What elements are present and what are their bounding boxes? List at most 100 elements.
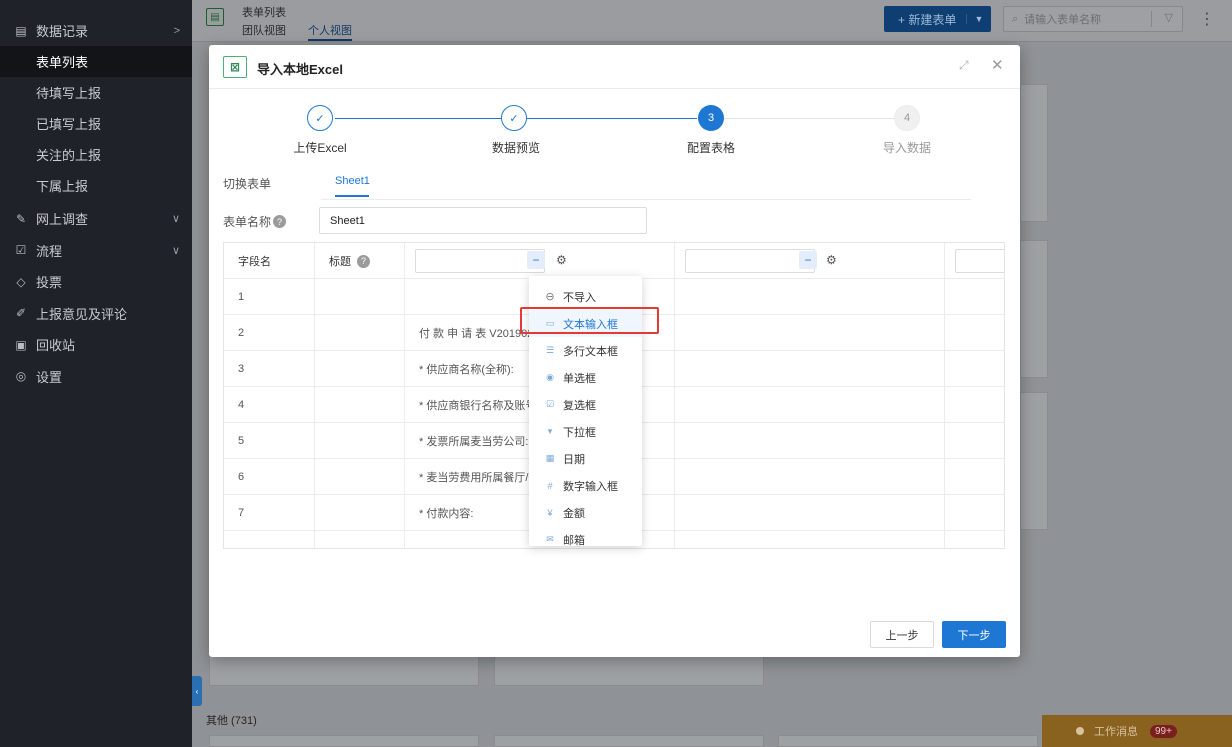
- next-step-button[interactable]: 下一步: [942, 621, 1006, 648]
- text-input-icon: ▭: [545, 318, 555, 328]
- row-title-cell: [315, 423, 405, 459]
- sidebar-item-filled-report[interactable]: 已填写上报: [0, 108, 192, 139]
- gear-icon[interactable]: ⚙: [826, 253, 837, 267]
- gear-icon[interactable]: ⚙: [556, 253, 567, 267]
- top-header: ▤ 表单列表 团队视图 个人视图 + 新建表单 ▼ ⌕ 请输入表单名称 ▽ ⋮: [192, 0, 1232, 42]
- row-title-cell: [315, 279, 405, 315]
- row-number: 1: [224, 279, 315, 315]
- row-title-cell: [315, 495, 405, 531]
- sidebar-group-data-records[interactable]: ▤ 数据记录 >: [0, 15, 192, 47]
- vote-icon: ◇: [16, 274, 26, 289]
- row-number: 2: [224, 315, 315, 351]
- dropdown-item-radio[interactable]: ◉ 单选框: [529, 364, 642, 391]
- new-form-label: + 新建表单: [898, 12, 957, 27]
- table-header-row: 字段名 标题 ? − ⚙ − ⚙: [224, 243, 1004, 279]
- filter-icon[interactable]: ▽: [1165, 11, 1173, 24]
- new-form-button[interactable]: + 新建表单 ▼: [884, 6, 991, 32]
- step-1-circle: ✓: [307, 105, 333, 131]
- row-content-cell: [675, 351, 945, 387]
- work-message-label: 工作消息: [1094, 726, 1138, 738]
- radio-icon: ◉: [546, 372, 554, 382]
- row-content-cell: [675, 531, 945, 548]
- dropdown-item-number-input[interactable]: # 数字输入框: [529, 472, 642, 499]
- row-title-cell: [315, 315, 405, 351]
- form-name-input[interactable]: Sheet1: [319, 207, 647, 234]
- tab-team-view[interactable]: 团队视图: [242, 22, 286, 38]
- survey-icon: ✎: [15, 211, 27, 226]
- page-title: 表单列表: [242, 7, 286, 19]
- sidebar-group-feedback[interactable]: ✐ 上报意见及评论: [0, 298, 192, 330]
- row-number: 6: [224, 459, 315, 495]
- form-card: [209, 656, 479, 686]
- step-2-circle: ✓: [501, 105, 527, 131]
- row-number: 3: [224, 351, 315, 387]
- row-content-cell: [675, 279, 945, 315]
- sidebar-item-form-list[interactable]: 表单列表: [0, 46, 192, 77]
- row-content-cell: [675, 459, 945, 495]
- excel-icon: ⊠: [223, 56, 247, 78]
- row-number: 4: [224, 387, 315, 423]
- column-config-3: [945, 243, 1004, 279]
- email-icon: ✉: [546, 534, 554, 544]
- search-divider: [1151, 11, 1152, 27]
- row-title-cell: [315, 351, 405, 387]
- column-title-input[interactable]: [415, 249, 545, 273]
- sidebar-group-vote[interactable]: ◇ 投票: [0, 266, 192, 298]
- dropdown-item-date[interactable]: ▦ 日期: [529, 445, 642, 472]
- tab-personal-view[interactable]: 个人视图: [308, 22, 352, 41]
- row-content-cell: [675, 315, 945, 351]
- sidebar-group-flow[interactable]: ☑ 流程 ∨: [0, 235, 192, 267]
- dropdown-item-amount[interactable]: ¥ 金额: [529, 499, 642, 526]
- dropdown-item-email[interactable]: ✉ 邮箱: [529, 526, 642, 546]
- step-connector: [335, 118, 501, 119]
- sidebar-group-settings[interactable]: ◎ 设置: [0, 361, 192, 393]
- tab-sheet1[interactable]: Sheet1: [335, 175, 370, 197]
- form-card: [494, 656, 764, 686]
- form-card: [778, 735, 1038, 747]
- help-icon[interactable]: ?: [357, 254, 370, 268]
- step-4-label: 导入数据: [882, 141, 931, 155]
- sidebar-item-followed-report[interactable]: 关注的上报: [0, 139, 192, 170]
- dropdown-item-checkbox[interactable]: ☑ 复选框: [529, 391, 642, 418]
- sidebar-collapse-toggle[interactable]: ‹: [192, 676, 202, 706]
- row-number: [224, 531, 315, 548]
- minus-icon[interactable]: −: [527, 251, 545, 269]
- header-title: 标题 ?: [315, 243, 405, 279]
- textarea-icon: ☰: [545, 345, 555, 355]
- step-3-label: 配置表格: [686, 141, 735, 155]
- column-title-input[interactable]: [955, 249, 1004, 273]
- expand-icon[interactable]: ⤢: [959, 58, 969, 73]
- help-icon[interactable]: ?: [273, 215, 287, 228]
- dialog-title: 导入本地Excel: [257, 62, 343, 77]
- row-content-cell: [675, 423, 945, 459]
- sidebar-item-subordinate-report[interactable]: 下属上报: [0, 170, 192, 201]
- sidebar-group-survey[interactable]: ✎ 网上调查 ∨: [0, 203, 192, 235]
- previous-step-button[interactable]: 上一步: [870, 621, 934, 648]
- message-count-badge: 99+: [1150, 724, 1177, 738]
- sidebar-item-pending-report[interactable]: 待填写上报: [0, 77, 192, 108]
- close-icon[interactable]: ✕: [991, 56, 1004, 74]
- step-connector: [723, 118, 895, 119]
- minus-icon[interactable]: −: [799, 251, 817, 269]
- dropdown-item-no-import[interactable]: ⊖ 不导入: [529, 283, 642, 310]
- row-number: 7: [224, 495, 315, 531]
- more-icon[interactable]: ⋮: [1199, 9, 1215, 29]
- step-2-label: 数据预览: [491, 141, 540, 155]
- column-config-1: − ⚙: [405, 243, 675, 279]
- form-search-input[interactable]: ⌕ 请输入表单名称 ▽: [1003, 6, 1183, 32]
- sidebar-group-trash[interactable]: ▣ 回收站: [0, 329, 192, 361]
- number-input-icon: #: [547, 480, 553, 491]
- row-content-cell: [945, 459, 1004, 495]
- switch-sheet-label: 切换表单: [223, 177, 272, 191]
- row-content-cell: [945, 279, 1004, 315]
- dialog-header: ⊠ 导入本地Excel ⤢ ✕: [209, 45, 1020, 89]
- sidebar: ▤ 数据记录 > 表单列表 待填写上报 已填写上报 关注的上报 下属上报 ✎ 网…: [0, 0, 192, 747]
- dropdown-item-textarea[interactable]: ☰ 多行文本框: [529, 337, 642, 364]
- chevron-down-icon[interactable]: ▼: [966, 14, 991, 24]
- feedback-icon: ✐: [15, 306, 27, 321]
- dropdown-item-text-input[interactable]: ▭ 文本输入框: [529, 310, 642, 337]
- dropdown-item-select[interactable]: ▾ 下拉框: [529, 418, 642, 445]
- column-title-input[interactable]: [685, 249, 815, 273]
- work-message-bar[interactable]: 工作消息 99+: [1042, 715, 1232, 747]
- no-import-icon: ⊖: [545, 291, 555, 303]
